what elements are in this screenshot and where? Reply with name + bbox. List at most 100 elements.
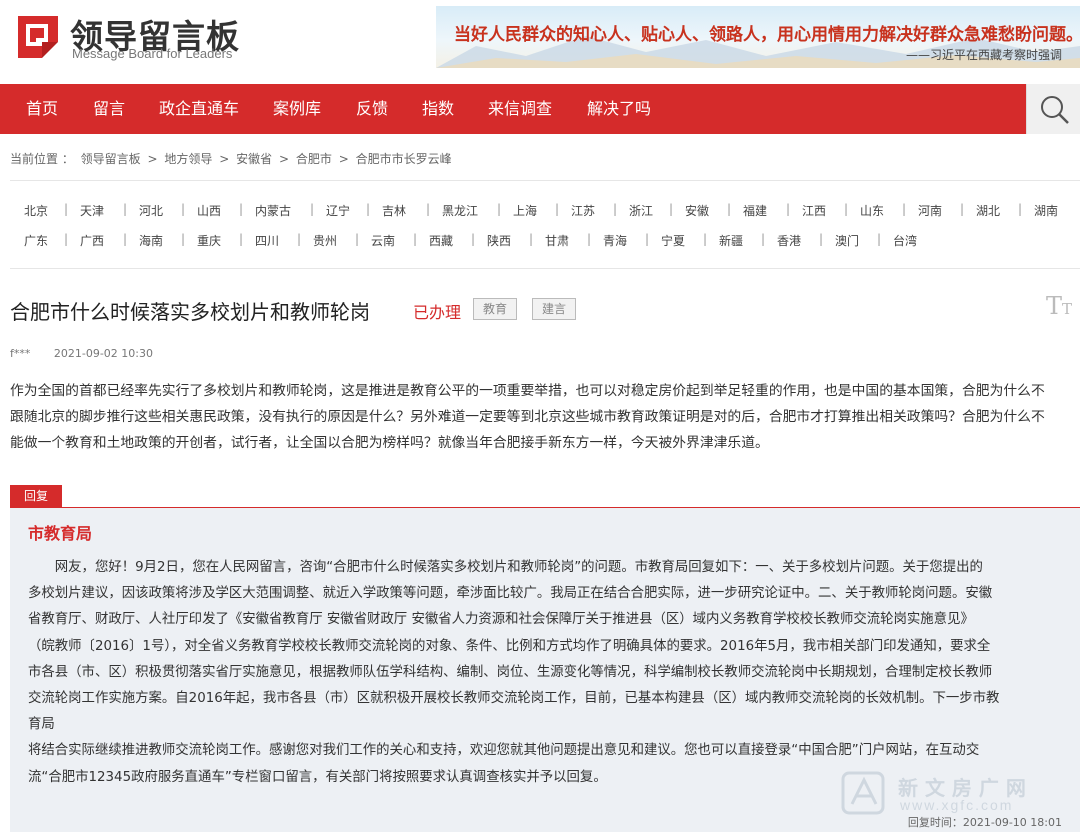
reply-line: 网友，您好！9月2日，您在人民网留言，咨询“合肥市什么时候落实多校划片和教师轮岗… (28, 560, 983, 575)
province-separator: | (1018, 202, 1023, 216)
province-link[interactable]: 云南 (371, 232, 395, 249)
province-link[interactable]: 湖南 (1034, 202, 1058, 219)
reply-line: 交流轮岗工作实施方案。自2016年起，我市各县（市）区就积极开展校长教师交流轮岗… (28, 691, 1000, 707)
province-link[interactable]: 四川 (255, 232, 279, 249)
province-link[interactable]: 新疆 (719, 232, 743, 249)
tag-suggestion[interactable]: 建言 (532, 298, 576, 320)
province-link[interactable]: 西藏 (429, 232, 453, 249)
nav-index[interactable]: 指数 (422, 84, 454, 134)
province-separator: | (413, 232, 418, 246)
province-link[interactable]: 江苏 (571, 202, 595, 219)
divider (10, 180, 1080, 181)
breadcrumb-separator: > (147, 152, 158, 166)
province-separator: | (727, 202, 732, 216)
province-separator: | (123, 202, 128, 216)
province-link[interactable]: 香港 (777, 232, 801, 249)
message-author: f*** (10, 347, 31, 360)
breadcrumb-item[interactable]: 领导留言板 (81, 152, 141, 166)
province-separator: | (366, 202, 371, 216)
province-link[interactable]: 广西 (80, 232, 104, 249)
province-link[interactable]: 海南 (139, 232, 163, 249)
breadcrumb-separator: > (338, 152, 349, 166)
province-link[interactable]: 陕西 (487, 232, 511, 249)
province-link[interactable]: 贵州 (313, 232, 337, 249)
province-link[interactable]: 浙江 (629, 202, 653, 219)
province-link[interactable]: 河南 (918, 202, 942, 219)
watermark-url: www.xgfc.com (900, 797, 1014, 813)
province-separator: | (529, 232, 534, 246)
nav-enterprise[interactable]: 政企直通车 (159, 84, 239, 134)
font-size-icon[interactable]: TT (1046, 292, 1072, 320)
nav-cases[interactable]: 案例库 (273, 84, 321, 134)
province-link[interactable]: 湖北 (976, 202, 1000, 219)
province-link[interactable]: 辽宁 (326, 202, 350, 219)
breadcrumb-item[interactable]: 合肥市市长罗云峰 (356, 152, 452, 166)
province-separator: | (819, 232, 824, 246)
status-badge: 已办理 (413, 303, 462, 322)
message-title: 合肥市什么时候落实多校划片和教师轮岗 (10, 300, 370, 324)
message-line: 跟随北京的脚步推行这些相关惠民政策，没有执行的原因是什么？另外难道一定要等到北京… (10, 409, 1045, 425)
province-link[interactable]: 甘肃 (545, 232, 569, 249)
province-separator: | (613, 202, 618, 216)
province-link[interactable]: 福建 (743, 202, 767, 219)
province-link[interactable]: 黑龙江 (442, 202, 478, 219)
breadcrumb-separator: > (278, 152, 290, 166)
province-link[interactable]: 广东 (24, 232, 48, 249)
breadcrumb-prefix: 当前位置 ： (10, 152, 74, 166)
province-separator: | (123, 232, 128, 246)
logo-mark-icon[interactable] (12, 12, 62, 62)
province-separator: | (960, 202, 965, 216)
message-line: 能做一个教育和土地政策的开创者，试行者，让全国以合肥为榜样吗？就像当年合肥接手新… (10, 435, 769, 451)
message-time: 2021-09-02 10:30 (53, 347, 153, 360)
province-link[interactable]: 青海 (603, 232, 627, 249)
province-link[interactable]: 河北 (139, 202, 163, 219)
watermark-logo-icon (841, 771, 885, 815)
slogan-banner: 当好人民群众的知心人、贴心人、领路人，用心用情用力解决好群众急难愁盼问题。 ——… (436, 6, 1080, 68)
nav-resolved[interactable]: 解决了吗 (587, 84, 651, 134)
tag-education[interactable]: 教育 (473, 298, 517, 320)
province-link[interactable]: 宁夏 (661, 232, 685, 249)
reply-body: 网友，您好！9月2日，您在人民网留言，咨询“合肥市什么时候落实多校划片和教师轮岗… (28, 555, 1066, 791)
reply-time-label: 回复时间： (907, 816, 963, 829)
province-link[interactable]: 天津 (80, 202, 104, 219)
province-separator: | (902, 202, 907, 216)
province-link[interactable]: 内蒙古 (255, 202, 291, 219)
reply-line: （皖教师〔2016〕1号），对全省义务教育学校校长教师交流轮岗的对象、条件、比例… (28, 638, 991, 654)
province-separator: | (64, 202, 69, 216)
province-link[interactable]: 台湾 (893, 232, 917, 249)
province-separator: | (181, 232, 186, 246)
breadcrumb-separator: > (219, 152, 230, 166)
province-separator: | (310, 202, 315, 216)
province-separator: | (669, 202, 674, 216)
province-link[interactable]: 山东 (860, 202, 884, 219)
message-meta: f*** 2021-09-02 10:30 (10, 347, 173, 360)
nav-home[interactable]: 首页 (26, 84, 58, 134)
province-separator: | (239, 202, 244, 216)
province-separator: | (355, 232, 360, 246)
province-link[interactable]: 山西 (197, 202, 221, 219)
province-link[interactable]: 重庆 (197, 232, 221, 249)
breadcrumb-item[interactable]: 合肥市 (296, 152, 332, 166)
province-link[interactable]: 上海 (513, 202, 537, 219)
search-button[interactable] (1026, 84, 1080, 134)
breadcrumb-item[interactable]: 地方领导 (164, 152, 212, 166)
reply-line: 市各县（市、区）积极贯彻落实省厅实施意见，根据教师队伍学科结构、编制、岗位、生源… (28, 664, 993, 680)
province-link[interactable]: 北京 (24, 202, 48, 219)
reply-department: 市教育局 (28, 524, 93, 543)
breadcrumb: 当前位置 ： 领导留言板 > 地方领导 > 安徽省 > 合肥市 > 合肥市市长罗… (10, 150, 455, 167)
nav-message[interactable]: 留言 (93, 84, 125, 134)
divider (10, 268, 1080, 269)
site-header: 领导留言板 Message Board for Leaders 当好人民群众的知… (0, 0, 1080, 84)
reply-line: 省教育厅、财政厅、人社厅印发了《安徽省教育厅 安徽省财政厅 安徽省人力资源和社会… (28, 612, 974, 628)
nav-feedback[interactable]: 反馈 (356, 84, 388, 134)
province-link[interactable]: 吉林 (382, 202, 406, 219)
province-link[interactable]: 江西 (802, 202, 826, 219)
reply-line: 将结合实际继续推进教师交流轮岗工作。感谢您对我们工作的关心和支持，欢迎您就其他问… (28, 743, 980, 759)
province-separator: | (555, 202, 560, 216)
nav-survey[interactable]: 来信调查 (488, 84, 552, 134)
province-link[interactable]: 安徽 (685, 202, 709, 219)
province-separator: | (844, 202, 849, 216)
breadcrumb-item[interactable]: 安徽省 (236, 152, 272, 166)
reply-time: 回复时间：2021-09-10 18:01 (908, 814, 1062, 830)
province-link[interactable]: 澳门 (835, 232, 859, 249)
